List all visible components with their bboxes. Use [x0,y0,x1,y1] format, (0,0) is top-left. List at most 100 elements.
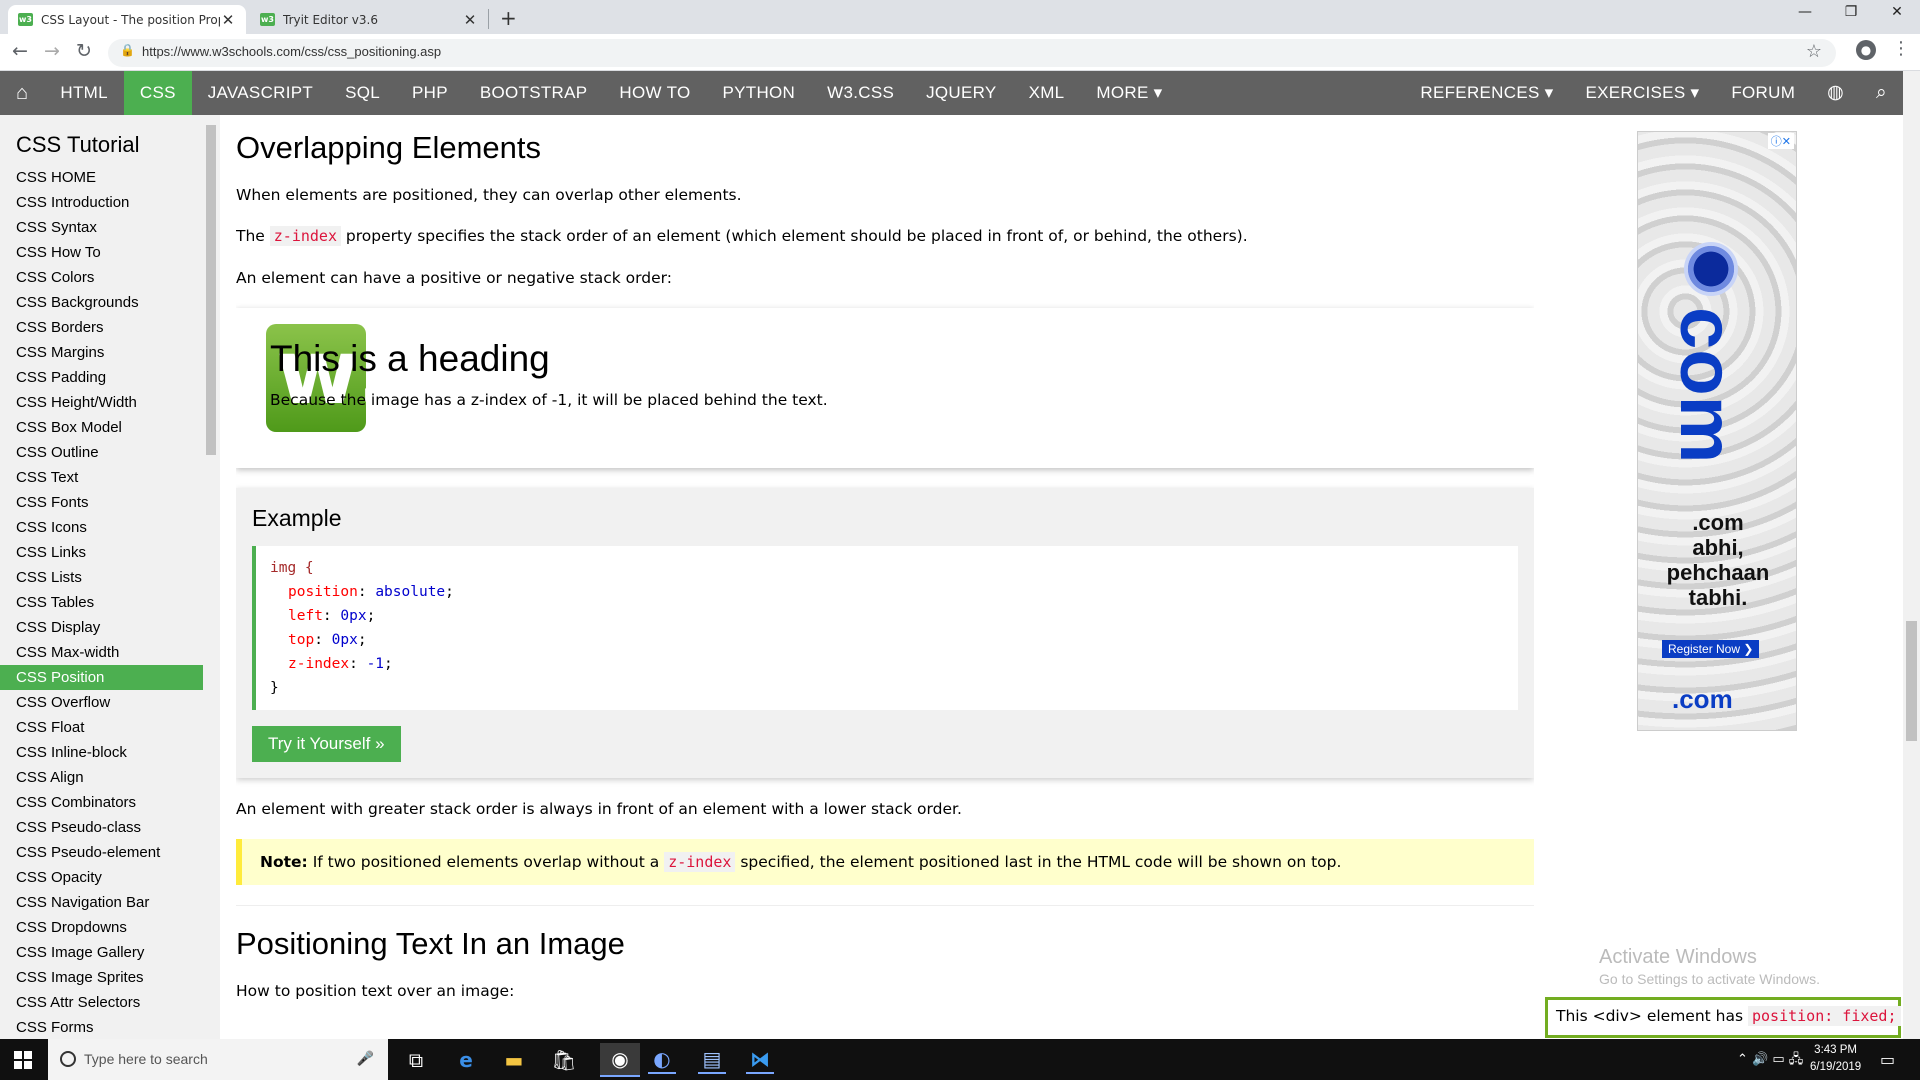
nav-forum[interactable]: FORUM [1715,71,1811,115]
browser-tab[interactable]: w3 Tryit Editor v3.6 ✕ [250,5,488,34]
browser-tab-active[interactable]: w3 CSS Layout - The position Prope ✕ [8,5,246,34]
address-bar[interactable]: 🔒 https://www.w3schools.com/css/css_posi… [108,39,1836,67]
sidebar-item[interactable]: CSS Image Gallery [0,940,203,965]
advertisement[interactable]: ⓘ✕ com .com abhi, pehchaan tabhi. Regist… [1637,131,1797,731]
sidebar-scrollbar[interactable] [204,115,218,1039]
ad-copy: .com abhi, pehchaan tabhi. [1638,510,1796,610]
sidebar-item[interactable]: CSS HOME [0,165,203,190]
code-val: absolute [375,583,446,600]
sidebar-item[interactable]: CSS Lists [0,565,203,590]
sidebar-item-active[interactable]: CSS Position [0,665,203,690]
sidebar-item[interactable]: CSS Image Sprites [0,965,203,990]
sidebar-item[interactable]: CSS Backgrounds [0,290,203,315]
code-line: position: absolute; [288,583,454,600]
nav-bootstrap[interactable]: BOOTSTRAP [464,71,604,115]
home-icon[interactable]: ⌂ [0,71,44,115]
sidebar-item[interactable]: CSS Icons [0,515,203,540]
sidebar-item[interactable]: CSS Padding [0,365,203,390]
system-tray[interactable]: ⌃ 🔊 ▭ 🖧 [1737,1050,1803,1072]
nav-css[interactable]: CSS [123,71,192,115]
taskbar-search-box[interactable]: Type here to search 🎤 [48,1039,388,1080]
sidebar-item[interactable]: CSS Outline [0,440,203,465]
sidebar-item[interactable]: CSS Max-width [0,640,203,665]
sidebar-scrollbar-thumb[interactable] [206,125,216,455]
nav-sql[interactable]: SQL [329,71,396,115]
sidebar-item[interactable]: CSS Align [0,765,203,790]
sidebar-item[interactable]: CSS Fonts [0,490,203,515]
store-icon[interactable]: 🛍 [550,1046,578,1074]
nav-w3css[interactable]: W3.CSS [811,71,910,115]
file-explorer-icon[interactable]: ▬ [500,1046,528,1074]
close-tab-icon[interactable]: ✕ [220,11,236,29]
browser-menu-icon[interactable]: ⋮ [1892,38,1910,59]
nav-jquery[interactable]: JQUERY [910,71,1012,115]
document-icon[interactable]: ▤ [698,1046,726,1074]
sidebar-item[interactable]: CSS Pseudo-element [0,840,203,865]
page-scrollbar[interactable] [1903,71,1920,1039]
new-tab-button[interactable]: + [500,6,517,30]
note-label: Note: [260,853,308,871]
nav-howto[interactable]: HOW TO [603,71,706,115]
eclipse-icon[interactable]: ◐ [648,1046,676,1074]
sidebar-item[interactable]: CSS Pseudo-class [0,815,203,840]
sidebar-item[interactable]: CSS Introduction [0,190,203,215]
back-arrow-icon[interactable]: ← [12,40,28,62]
sidebar-item[interactable]: CSS Colors [0,265,203,290]
sidebar-item[interactable]: CSS Forms [0,1015,203,1039]
sidebar-item[interactable]: CSS Attr Selectors [0,990,203,1015]
sidebar-item[interactable]: CSS How To [0,240,203,265]
sidebar-item[interactable]: CSS Text [0,465,203,490]
task-view-icon[interactable]: ⧉ [402,1046,430,1074]
adchoices-icon[interactable]: ⓘ✕ [1767,133,1794,149]
clock[interactable]: 3:43 PM 6/19/2019 [1810,1042,1861,1076]
chrome-browser-icon[interactable]: ◉ [600,1043,640,1077]
nav-html[interactable]: HTML [44,71,123,115]
profile-avatar-icon[interactable]: ● [1856,40,1876,60]
sidebar-item[interactable]: CSS Links [0,540,203,565]
search-icon[interactable]: ⌕ [1860,71,1903,115]
close-tab-icon[interactable]: ✕ [462,11,478,29]
nav-python[interactable]: PYTHON [706,71,811,115]
globe-icon[interactable]: ◍ [1811,71,1860,115]
nav-more-dropdown[interactable]: MORE ▾ [1080,71,1178,115]
nav-xml[interactable]: XML [1013,71,1081,115]
sidebar-item[interactable]: CSS Box Model [0,415,203,440]
sidebar-item[interactable]: CSS Navigation Bar [0,890,203,915]
sidebar-item[interactable]: CSS Tables [0,590,203,615]
close-window-button[interactable]: ✕ [1874,4,1920,20]
maximize-button[interactable]: ❐ [1828,4,1874,20]
windows-start-icon[interactable] [14,1051,32,1069]
sidebar-item[interactable]: CSS Opacity [0,865,203,890]
vscode-icon[interactable]: ⧒ [746,1046,774,1074]
paragraph: The z-index property specifies the stack… [236,225,1534,248]
notification-center-icon[interactable]: ▭ [1880,1050,1895,1069]
sidebar-item[interactable]: CSS Combinators [0,790,203,815]
bookmark-star-icon[interactable]: ☆ [1806,41,1822,62]
example-panel: Example img { position: absolute; left: … [236,487,1534,778]
sidebar-item[interactable]: CSS Height/Width [0,390,203,415]
sidebar-item[interactable]: CSS Borders [0,315,203,340]
nav-php[interactable]: PHP [396,71,464,115]
sidebar-item[interactable]: CSS Float [0,715,203,740]
nav-exercises-dropdown[interactable]: EXERCISES ▾ [1569,71,1715,115]
sidebar-item[interactable]: CSS Dropdowns [0,915,203,940]
reload-icon[interactable]: ↻ [76,40,92,62]
nav-javascript[interactable]: JAVASCRIPT [192,71,329,115]
nav-references-dropdown[interactable]: REFERENCES ▾ [1404,71,1569,115]
sidebar-item[interactable]: CSS Syntax [0,215,203,240]
edge-browser-icon[interactable]: e [452,1046,480,1074]
sidebar-item[interactable]: CSS Margins [0,340,203,365]
minimize-button[interactable]: — [1782,4,1828,20]
code-line: top: 0px; [288,631,367,648]
page-scrollbar-thumb[interactable] [1906,621,1917,741]
ad-register-button[interactable]: Register Now ❯ [1662,640,1760,658]
forward-arrow-icon[interactable]: → [44,40,60,62]
code-close: } [270,679,279,696]
text: property specifies the stack order of an… [345,227,1248,246]
try-it-yourself-button[interactable]: Try it Yourself » [252,725,401,762]
sidebar-item[interactable]: CSS Overflow [0,690,203,715]
sidebar-item[interactable]: CSS Display [0,615,203,640]
section-heading: Overlapping Elements [236,130,541,165]
sidebar-item[interactable]: CSS Inline-block [0,740,203,765]
microphone-icon[interactable]: 🎤 [357,1050,374,1067]
